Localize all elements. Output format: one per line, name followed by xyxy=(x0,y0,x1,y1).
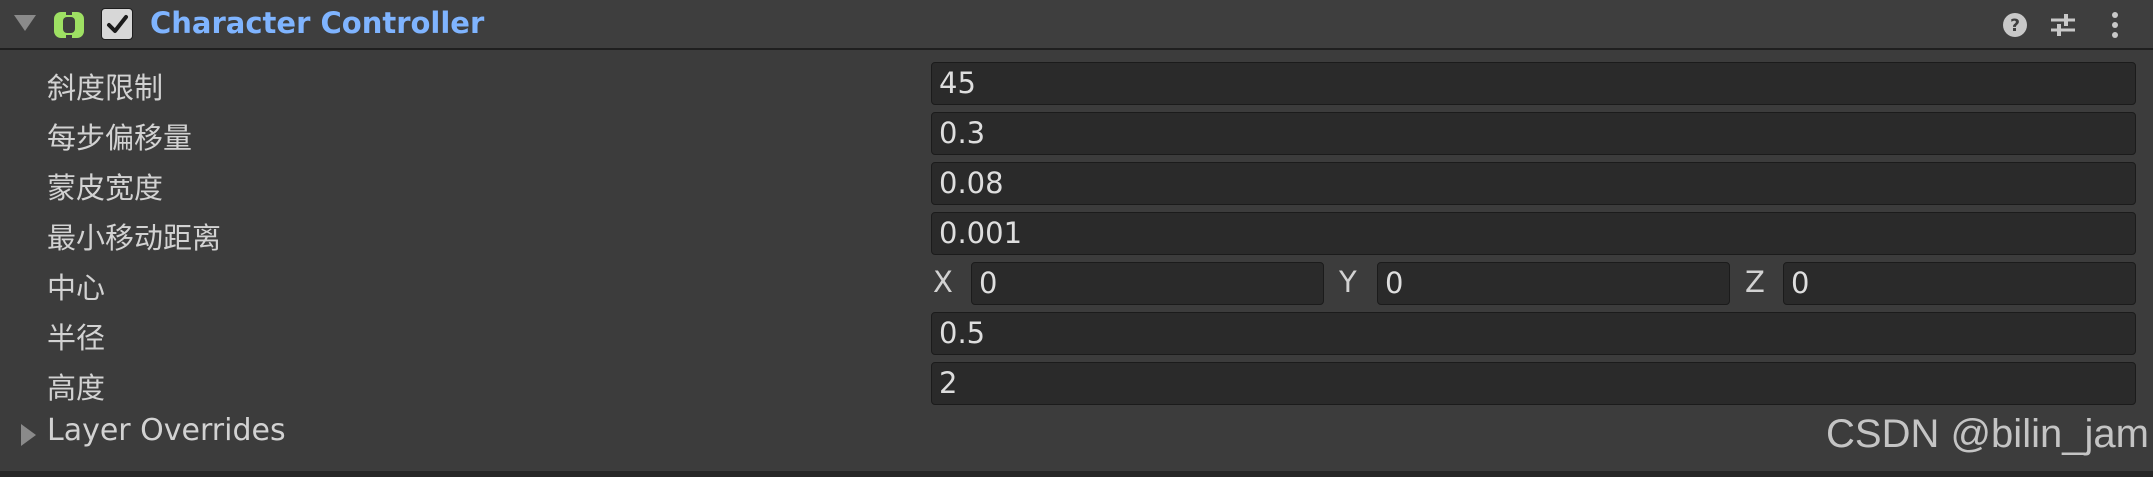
skin-width-label: 蒙皮宽度 xyxy=(47,171,164,205)
min-move-distance-label: 最小移动距离 xyxy=(47,221,222,255)
svg-text:?: ? xyxy=(2010,16,2020,36)
component-title: Character Controller xyxy=(150,6,485,40)
radius-label: 半径 xyxy=(47,321,106,355)
slope-limit-label: 斜度限制 xyxy=(47,71,164,105)
step-offset-field[interactable]: 0.3 xyxy=(931,112,2136,155)
watermark: CSDN @bilin_jam xyxy=(1826,412,2149,456)
height-field[interactable]: 2 xyxy=(931,362,2136,405)
enabled-checkbox[interactable] xyxy=(101,8,133,40)
help-icon[interactable]: ? xyxy=(2001,11,2029,39)
chevron-right-icon[interactable] xyxy=(21,424,36,446)
character-controller-icon xyxy=(54,10,84,40)
chevron-down-icon[interactable] xyxy=(14,15,36,31)
kebab-menu-icon[interactable] xyxy=(2101,11,2129,39)
slope-limit-field[interactable]: 45 xyxy=(931,62,2136,105)
center-y-label[interactable]: Y xyxy=(1339,265,1357,299)
height-label: 高度 xyxy=(47,371,106,405)
component-header: Character Controller ? xyxy=(0,0,2153,50)
center-label: 中心 xyxy=(47,271,106,305)
center-z-label[interactable]: Z xyxy=(1745,265,1765,299)
center-x-field[interactable]: 0 xyxy=(971,262,1324,305)
radius-field[interactable]: 0.5 xyxy=(931,312,2136,355)
step-offset-label: 每步偏移量 xyxy=(47,121,193,155)
center-y-field[interactable]: 0 xyxy=(1377,262,1730,305)
panel-bottom-border xyxy=(0,471,2153,477)
min-move-distance-field[interactable]: 0.001 xyxy=(931,212,2136,255)
layer-overrides-foldout[interactable]: Layer Overrides xyxy=(47,413,286,448)
preset-sliders-icon[interactable] xyxy=(2049,11,2077,39)
skin-width-field[interactable]: 0.08 xyxy=(931,162,2136,205)
center-x-label[interactable]: X xyxy=(933,265,953,299)
center-z-field[interactable]: 0 xyxy=(1783,262,2136,305)
checkmark-icon xyxy=(107,15,128,33)
